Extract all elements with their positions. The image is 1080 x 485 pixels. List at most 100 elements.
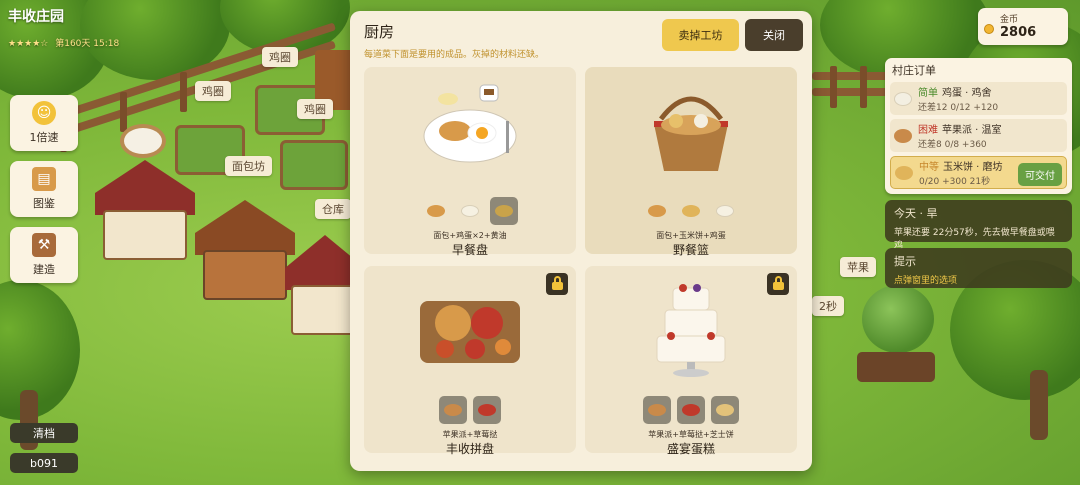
egg-icon (894, 91, 912, 106)
recipe-name: 野餐篮 (672, 243, 709, 257)
coins-label: 金币 (1000, 15, 1019, 25)
bread-icon (422, 197, 450, 225)
rating-stars: ★★★★☆ (8, 39, 49, 49)
coin-counter: 金币 2806 (978, 8, 1068, 45)
ingredient-row (585, 396, 797, 424)
encyclopedia-button[interactable]: ▤ 图鉴 (10, 161, 78, 217)
sell-workshop-button[interactable]: 卖掉工坊 (662, 19, 739, 51)
day-time: 第160天 15:18 (55, 39, 120, 49)
order-item[interactable]: 困难 苹果派 · 温室 还差8 0/8 +360 (890, 119, 1067, 152)
egg-basket[interactable] (124, 128, 162, 154)
orders-title: 村庄订单 (892, 64, 936, 77)
recipe-formula: 苹果派+草莓挞 (442, 430, 498, 439)
apple-pie-icon (643, 396, 671, 424)
bread-icon (643, 197, 671, 225)
order-name: 玉米饼 · 磨坊 (943, 162, 1003, 173)
recipe-card-feast-cake[interactable]: 苹果派+草莓挞+芝士饼 盛宴蛋糕 (585, 266, 797, 456)
order-difficulty: 困难 (918, 125, 938, 136)
map-label-chicken-pen[interactable]: 鸡圈 (195, 81, 231, 101)
map-label-bakery[interactable]: 面包坊 (225, 156, 272, 176)
fence (812, 88, 892, 96)
fence-post (120, 92, 127, 132)
wall (103, 210, 187, 260)
recipe-card-picnic[interactable]: 面包+玉米饼+鸡蛋 野餐篮 (585, 67, 797, 257)
recipe-formula: 面包+鸡蛋×2+黄油 (433, 231, 507, 240)
ingredient-row (364, 396, 576, 424)
lock-icon (767, 273, 789, 295)
village-orders-panel: 村庄订单 简单 鸡蛋 · 鸡舍 还差12 0/12 +120 困难 苹果派 · 温室… (885, 58, 1072, 194)
recipe-name: 早餐盘 (451, 243, 488, 257)
bush-tree (862, 285, 934, 353)
speed-icon: ☺ (32, 101, 56, 125)
clear-save-button[interactable]: 清档 (10, 423, 78, 443)
fence (812, 72, 892, 80)
recipe-formula: 苹果派+草莓挞+芝士饼 (648, 430, 734, 439)
recipe-name: 丰收拼盘 (445, 442, 494, 456)
close-button[interactable]: 关闭 (745, 19, 803, 51)
pie-icon (894, 128, 912, 143)
tip-text: 点弹窗里的选项 (894, 276, 958, 286)
eggs-icon (456, 197, 484, 225)
strawberry-tart-icon (677, 396, 705, 424)
ingredient-row (585, 197, 797, 225)
recipe-name: 盛宴蛋糕 (666, 442, 715, 456)
order-detail: 还差8 0/8 +360 (918, 140, 987, 150)
strawberry-tart-icon (473, 396, 501, 424)
tree (0, 280, 80, 420)
butter-icon (490, 197, 518, 225)
build-label: 建造 (33, 263, 55, 276)
map-label-apple[interactable]: 苹果 (840, 257, 876, 277)
order-name: 鸡蛋 · 鸡舍 (942, 88, 992, 99)
tip-title: 提示 (894, 255, 916, 268)
farm-header: 丰收庄园 ★★★★☆ 第160天 15:18 (8, 6, 119, 49)
order-name: 苹果派 · 温室 (942, 125, 1002, 136)
coins-value: 2806 (1000, 25, 1037, 40)
ingredient-row (364, 197, 576, 225)
order-detail: 0/20 +300 21秒 (919, 177, 991, 187)
harvest-platter-image (415, 291, 525, 371)
order-difficulty: 中等 (919, 162, 939, 173)
feast-cake-image (651, 280, 731, 380)
order-item[interactable]: 中等 玉米饼 · 磨坊 0/20 +300 21秒 可交付 (890, 156, 1067, 189)
speed-label: 1倍速 (29, 131, 59, 144)
cornbread-icon (895, 165, 913, 180)
fence-post (860, 66, 867, 108)
warehouse-building[interactable] (285, 235, 365, 335)
farm-status: ★★★★☆ 第160天 15:18 (8, 36, 119, 49)
build-button[interactable]: ⚒ 建造 (10, 227, 78, 283)
tree-trunk (1030, 370, 1048, 440)
eggs-icon (711, 197, 739, 225)
fence-post (830, 66, 837, 108)
wall (203, 250, 287, 300)
workshop-building[interactable] (195, 200, 295, 300)
order-item[interactable]: 简单 鸡蛋 · 鸡舍 还差12 0/12 +120 (890, 82, 1067, 115)
recipe-formula: 面包+玉米饼+鸡蛋 (656, 231, 726, 240)
recipe-card-breakfast[interactable]: 面包+鸡蛋×2+黄油 早餐盘 (364, 67, 576, 257)
speed-button[interactable]: ☺ 1倍速 (10, 95, 78, 151)
weather-title: 今天 · 旱 (894, 207, 938, 220)
apple-pie-icon (439, 396, 467, 424)
encyclopedia-label: 图鉴 (33, 197, 55, 210)
deliver-button[interactable]: 可交付 (1018, 163, 1062, 186)
fence-post (180, 72, 187, 112)
bakery-building[interactable] (95, 160, 195, 260)
weather-panel: 今天 · 旱 苹果还要 22分57秒，先去做早餐盘或喂鸡 (885, 200, 1072, 251)
map-label-warehouse[interactable]: 仓库 (315, 199, 351, 219)
cornbread-icon (677, 197, 705, 225)
farm-name: 丰收庄园 (8, 9, 64, 25)
book-icon: ▤ (32, 167, 56, 191)
build-icon: ⚒ (32, 233, 56, 257)
recipe-card-harvest-platter[interactable]: 苹果派+草莓挞 丰收拼盘 (364, 266, 576, 456)
tip-panel: 提示 点弹窗里的选项 (885, 248, 1072, 288)
order-detail: 还差12 0/12 +120 (918, 103, 999, 113)
map-label-chicken-pen[interactable]: 鸡圈 (297, 99, 333, 119)
order-difficulty: 简单 (918, 88, 938, 99)
roof (95, 160, 195, 215)
picnic-basket-image (646, 79, 736, 179)
map-label-chicken-pen[interactable]: 鸡圈 (262, 47, 298, 67)
roof (195, 200, 295, 255)
tree-planter (857, 352, 935, 382)
map-label-timer[interactable]: 2秒 (812, 296, 844, 316)
chicken-pen[interactable] (280, 140, 348, 190)
coin-icon (984, 24, 994, 34)
